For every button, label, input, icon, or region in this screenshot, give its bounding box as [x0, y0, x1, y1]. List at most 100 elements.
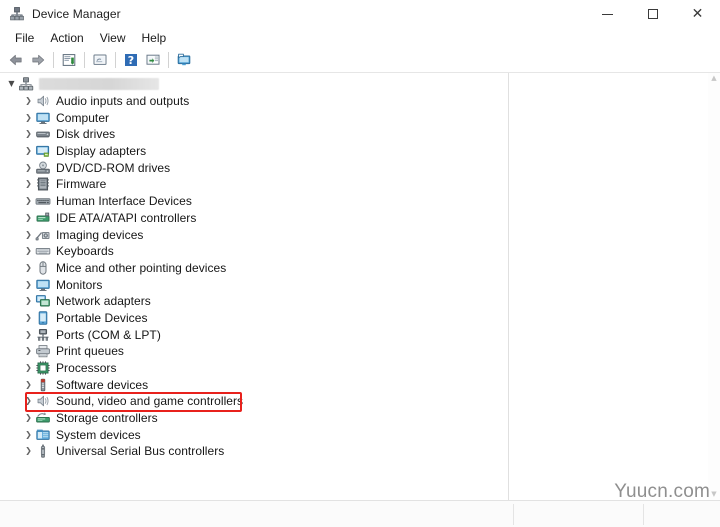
maximize-icon: [647, 9, 658, 19]
chevron-right-icon[interactable]: ❯: [22, 280, 35, 289]
tree-item-portable-devices[interactable]: ❯ Portable Devices: [0, 310, 502, 327]
tree-item-processors[interactable]: ❯ Processors: [0, 360, 502, 377]
menu-action[interactable]: Action: [42, 30, 91, 47]
chevron-right-icon[interactable]: ❯: [22, 230, 35, 239]
back-arrow-icon: [9, 54, 22, 66]
tree-item-universal-serial-bus-controllers[interactable]: ❯ Universal Serial Bus controllers: [0, 443, 502, 460]
tree-root-label-redacted: [39, 78, 159, 91]
help-button[interactable]: ?: [120, 49, 142, 71]
tree-item-print-queues[interactable]: ❯ Print queues: [0, 343, 502, 360]
speaker-icon: [35, 93, 51, 109]
tree-item-display-adapters-label: Display adapters: [56, 144, 147, 159]
update-driver-button[interactable]: [89, 49, 111, 71]
tree-item-dvd-cd-rom-drives[interactable]: ❯ DVD/CD-ROM drives: [0, 159, 502, 176]
disk-drive-icon: [35, 126, 51, 142]
back-button[interactable]: [5, 49, 27, 71]
tree-item-audio-inputs-and-outputs-label: Audio inputs and outputs: [56, 94, 190, 109]
update-driver-icon: [93, 54, 107, 65]
menu-file[interactable]: File: [7, 30, 42, 47]
maximize-button[interactable]: [630, 0, 675, 28]
scan-hardware-button[interactable]: [142, 49, 164, 71]
content-area: ▼ ❯ Audio inputs and outputs ❯ Computer ❯ …: [0, 72, 720, 500]
tree-item-sound-video-and-game-controllers[interactable]: ❯ Sound, video and game controllers: [0, 393, 502, 410]
tree-item-mice-and-other-pointing-devices[interactable]: ❯ Mice and other pointing devices: [0, 260, 502, 277]
chevron-right-icon[interactable]: ❯: [22, 347, 35, 355]
tree-item-keyboards[interactable]: ❯ Keyboards: [0, 243, 502, 260]
tree-item-display-adapters[interactable]: ❯ Display adapters: [0, 143, 502, 160]
imaging-device-icon: [35, 227, 51, 243]
tree-item-ports-com-and-lpt[interactable]: ❯ Ports (COM & LPT): [0, 326, 502, 343]
chevron-right-icon[interactable]: ❯: [22, 147, 35, 155]
tree-root-computer[interactable]: ▼: [0, 76, 502, 93]
chevron-right-icon[interactable]: ❯: [22, 447, 35, 455]
minimize-button[interactable]: [585, 0, 630, 28]
chevron-right-icon[interactable]: ❯: [22, 163, 35, 172]
chevron-right-icon[interactable]: ❯: [22, 330, 35, 339]
chevron-right-icon[interactable]: ❯: [22, 213, 35, 222]
chevron-right-icon[interactable]: ❯: [22, 113, 35, 122]
tree-item-ports-com-and-lpt-label: Ports (COM & LPT): [56, 327, 161, 342]
help-icon: ?: [125, 54, 137, 67]
close-icon: ✕: [691, 6, 704, 22]
device-tree-pane[interactable]: ▼ ❯ Audio inputs and outputs ❯ Computer ❯ …: [0, 73, 502, 500]
tree-item-disk-drives[interactable]: ❯ Disk drives: [0, 126, 502, 143]
port-icon: [35, 327, 51, 343]
tree-item-firmware[interactable]: ❯ Firmware: [0, 176, 502, 193]
tree-item-storage-controllers[interactable]: ❯ Storage controllers: [0, 410, 502, 427]
window-controls: ✕: [585, 0, 720, 28]
minimize-icon: [602, 13, 613, 15]
tree-item-monitors-label: Monitors: [56, 277, 103, 292]
display-devices-button[interactable]: [173, 49, 195, 71]
tree-item-software-devices[interactable]: ❯ Software devices: [0, 376, 502, 393]
properties-button[interactable]: [58, 49, 80, 71]
firmware-chip-icon: [35, 176, 51, 192]
optical-drive-icon: [35, 160, 51, 176]
chevron-right-icon[interactable]: ❯: [22, 197, 35, 205]
forward-button[interactable]: [27, 49, 49, 71]
tree-item-print-queues-label: Print queues: [56, 344, 124, 359]
tree-item-human-interface-devices[interactable]: ❯ Human Interface Devices: [0, 193, 502, 210]
chevron-right-icon[interactable]: ❯: [22, 414, 35, 422]
chevron-right-icon[interactable]: ❯: [22, 430, 35, 439]
tree-item-monitors[interactable]: ❯ Monitors: [0, 276, 502, 293]
toolbar-separator-4: [168, 52, 169, 68]
tree-item-imaging-devices[interactable]: ❯ Imaging devices: [0, 226, 502, 243]
device-manager-window: Device Manager ✕ File Action View Help ?…: [0, 0, 720, 527]
tree-item-network-adapters[interactable]: ❯ Network adapters: [0, 293, 502, 310]
chevron-right-icon[interactable]: ❯: [22, 130, 35, 138]
hid-icon: [35, 193, 51, 209]
ide-controller-icon: [35, 210, 51, 226]
menu-help[interactable]: Help: [134, 30, 175, 47]
menu-view[interactable]: View: [92, 30, 134, 47]
chevron-right-icon[interactable]: ❯: [22, 180, 35, 188]
chevron-right-icon[interactable]: ❯: [22, 380, 35, 389]
tree-item-computer[interactable]: ❯ Computer: [0, 109, 502, 126]
chevron-right-icon[interactable]: ❯: [22, 313, 35, 322]
vertical-scrollbar[interactable]: ▲ ▼: [708, 73, 720, 500]
tree-item-system-devices[interactable]: ❯ System devices: [0, 426, 502, 443]
tree-item-audio-inputs-and-outputs[interactable]: ❯ Audio inputs and outputs: [0, 93, 502, 110]
tree-item-keyboards-label: Keyboards: [56, 244, 114, 259]
scan-hardware-icon: [146, 54, 160, 65]
tree-item-processors-label: Processors: [56, 361, 117, 376]
close-button[interactable]: ✕: [675, 0, 720, 28]
chevron-right-icon[interactable]: ❯: [22, 263, 35, 272]
scroll-up-icon[interactable]: ▲: [708, 73, 720, 84]
tree-item-ide-ata-atapi-controllers[interactable]: ❯ IDE ATA/ATAPI controllers: [0, 210, 502, 227]
chevron-right-icon[interactable]: ❯: [22, 397, 35, 405]
chevron-down-icon[interactable]: ▼: [5, 80, 18, 88]
chevron-right-icon[interactable]: ❯: [22, 364, 35, 372]
toolbar-separator-3: [115, 52, 116, 68]
tree-item-software-devices-label: Software devices: [56, 377, 149, 392]
tree-item-imaging-devices-label: Imaging devices: [56, 227, 144, 242]
usb-icon: [35, 443, 51, 459]
menu-file-label: File: [15, 30, 35, 45]
chevron-right-icon[interactable]: ❯: [22, 297, 35, 305]
chevron-right-icon[interactable]: ❯: [22, 97, 35, 105]
title-bar: Device Manager ✕: [0, 0, 720, 28]
device-tree: ▼ ❯ Audio inputs and outputs ❯ Computer ❯ …: [0, 76, 502, 460]
tree-item-system-devices-label: System devices: [56, 427, 141, 442]
chevron-right-icon[interactable]: ❯: [22, 247, 35, 255]
menu-action-label: Action: [50, 30, 84, 45]
keyboard-icon: [35, 243, 51, 259]
